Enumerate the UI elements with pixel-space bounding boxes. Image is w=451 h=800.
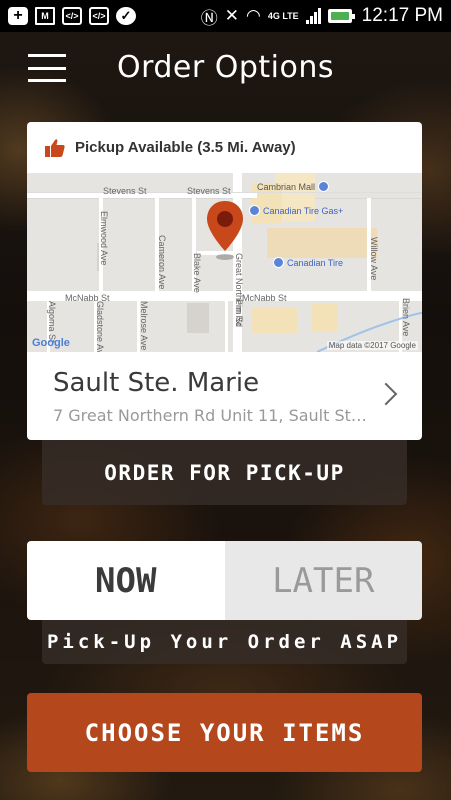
google-logo: Google — [32, 337, 70, 349]
plus-icon: + — [8, 7, 28, 25]
street-label: Stevens St — [187, 186, 231, 196]
status-bar-right: Ⓝ ✕ ◠ 4G LTE 12:17 PM — [201, 4, 443, 29]
street-label: Melrose Ave — [139, 301, 149, 351]
street-label: Blake Ave — [192, 253, 202, 293]
app-header: Order Options — [0, 32, 451, 106]
street-label: Willow Ave — [369, 237, 379, 281]
poi-label: Canadian Tire Gas+ — [249, 205, 343, 216]
street-label: McNabb St — [242, 293, 287, 303]
page-title: Order Options — [116, 50, 335, 85]
code-icon: </> — [62, 7, 82, 25]
store-map[interactable]: Stevens St Stevens St McNabb St McNabb S… — [27, 173, 422, 352]
now-option[interactable]: NOW — [27, 541, 225, 620]
street-label: Gladstone Ave — [95, 301, 105, 352]
chevron-right-icon — [374, 382, 398, 406]
clock-time: 12:17 PM — [361, 5, 443, 26]
nfc-icon: Ⓝ — [200, 8, 218, 28]
order-timing-toggle: NOW LATER — [27, 541, 422, 620]
status-bar-left: + M </> </> ✓ — [8, 7, 136, 25]
store-icon — [273, 257, 284, 268]
network-label: 4G LTE — [267, 10, 299, 21]
signal-icon — [305, 8, 321, 24]
store-address: 7 Great Northern Rd Unit 11, Sault Ste. … — [53, 406, 373, 425]
pickup-available-label: Pickup Available (3.5 Mi. Away) — [75, 139, 296, 156]
poi-label: Canadian Tire — [273, 257, 343, 268]
location-card: Pickup Available (3.5 Mi. Away) Stevens … — [27, 122, 422, 440]
wifi-icon: ◠ — [245, 6, 261, 25]
status-bar: + M </> </> ✓ Ⓝ ✕ ◠ 4G LTE 12:17 PM — [0, 0, 451, 32]
store-name: Sault Ste. Marie — [53, 368, 260, 398]
mail-icon: M — [35, 7, 55, 25]
shopping-icon — [318, 181, 330, 192]
poi-label: Cambrian Mall — [257, 181, 330, 192]
street-label: Stevens St — [103, 186, 147, 196]
battery-icon — [327, 9, 355, 23]
street-label: Pim St — [234, 299, 244, 326]
check-icon: ✓ — [116, 7, 136, 25]
code-icon: </> — [89, 7, 109, 25]
gas-station-icon — [249, 205, 260, 216]
map-credit: Map data ©2017 Google — [326, 341, 418, 350]
thumbs-up-icon — [45, 138, 65, 157]
street-label: Cameron Ave — [157, 235, 167, 290]
street-label: Elmwood Ave — [99, 211, 109, 266]
mute-icon: ✕ — [224, 6, 239, 25]
store-selector[interactable]: Sault Ste. Marie 7 Great Northern Rd Uni… — [27, 352, 422, 440]
pickup-availability: Pickup Available (3.5 Mi. Away) — [27, 122, 422, 173]
location-pin-icon — [207, 201, 243, 260]
choose-items-button[interactable]: CHOOSE YOUR ITEMS — [27, 693, 422, 772]
order-for-pickup-button[interactable]: ORDER FOR PICK-UP — [42, 440, 407, 505]
later-option[interactable]: LATER — [224, 541, 422, 620]
street-label: Brien Ave — [401, 298, 411, 337]
pickup-asap-note: Pick-Up Your Order ASAP — [42, 620, 407, 664]
